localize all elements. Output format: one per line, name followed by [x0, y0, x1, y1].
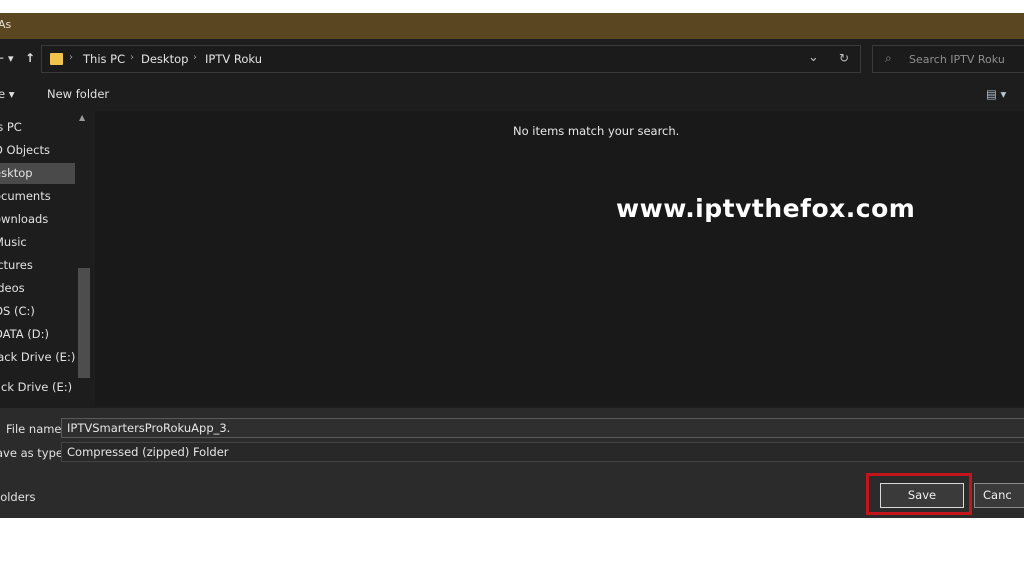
address-dropdown-icon[interactable]: ⌄	[808, 50, 819, 65]
watermark-text: www.iptvthefox.com	[616, 194, 916, 223]
empty-results-message: No items match your search.	[513, 124, 680, 138]
address-row: ← ▾ ↑ › This PC › Desktop › IPTV Roku ⌄ …	[0, 45, 1024, 75]
nav-item-3d-objects[interactable]: D Objects	[0, 140, 75, 161]
breadcrumb-separator-icon: ›	[193, 52, 197, 63]
nav-item-this-pc[interactable]: is PC	[0, 117, 75, 138]
view-options-button[interactable]: ▤ ▾	[986, 87, 1006, 101]
back-arrow-icon[interactable]: ←	[0, 51, 4, 65]
nav-item-label: is PC	[0, 120, 22, 134]
folder-icon	[50, 53, 63, 65]
nav-item-music[interactable]: Music	[0, 232, 75, 253]
file-name-field[interactable]: IPTVSmartersProRokuApp_3.	[61, 418, 1024, 438]
save-as-type-label: ave as type:	[0, 446, 67, 460]
organize-menu-button[interactable]: e ▾	[0, 87, 15, 101]
breadcrumb-iptv-roku[interactable]: IPTV Roku	[205, 52, 262, 66]
nav-item-label: DATA (D:)	[0, 327, 49, 341]
new-folder-button[interactable]: New folder	[47, 87, 109, 101]
save-as-type-select[interactable]: Compressed (zipped) Folder	[61, 442, 1024, 462]
save-as-type-value: Compressed (zipped) Folder	[67, 445, 229, 459]
save-button-highlight	[866, 473, 972, 515]
nav-item-black-drive-e-2[interactable]: ack Drive (E:)	[0, 377, 75, 398]
nav-item-label: ideos	[0, 281, 25, 295]
nav-item-label: esktop	[0, 166, 33, 180]
up-arrow-icon[interactable]: ↑	[25, 51, 35, 65]
command-toolbar: e ▾ New folder ▤ ▾	[0, 83, 1024, 107]
address-bar[interactable]: › This PC › Desktop › IPTV Roku ⌄ ↻	[41, 45, 861, 73]
nav-item-label: OS (C:)	[0, 304, 35, 318]
nav-item-documents[interactable]: ocuments	[0, 186, 75, 207]
breadcrumb-separator-icon: ›	[69, 52, 73, 63]
nav-item-label: Music	[0, 235, 27, 249]
save-as-dialog: As ← ▾ ↑ › This PC › Desktop › IPTV Roku…	[0, 13, 1024, 518]
scrollbar-thumb[interactable]	[78, 268, 90, 378]
hide-folders-toggle[interactable]: Folders	[0, 490, 36, 504]
scroll-up-icon[interactable]: ▲	[79, 113, 85, 122]
cancel-button[interactable]: Canc	[974, 483, 1024, 508]
nav-item-downloads[interactable]: ownloads	[0, 209, 75, 230]
nav-item-label: lack Drive (E:)	[0, 350, 75, 364]
nav-item-os-c[interactable]: OS (C:)	[0, 301, 75, 322]
window-title: As	[0, 18, 12, 31]
breadcrumb-this-pc[interactable]: This PC	[83, 52, 125, 66]
file-name-label: File name:	[6, 422, 66, 436]
nav-item-black-drive-e[interactable]: lack Drive (E:)	[0, 347, 75, 368]
search-icon: ⌕	[885, 51, 892, 65]
file-name-value: IPTVSmartersProRokuApp_3.	[67, 421, 231, 435]
nav-item-label: ownloads	[0, 212, 49, 226]
nav-item-desktop[interactable]: esktop	[0, 163, 75, 184]
nav-item-data-d[interactable]: DATA (D:)	[0, 324, 75, 345]
file-list-area[interactable]: No items match your search.	[95, 111, 1024, 406]
nav-item-label: ocuments	[0, 189, 51, 203]
nav-item-pictures[interactable]: ictures	[0, 255, 75, 276]
breadcrumb-desktop[interactable]: Desktop	[141, 52, 188, 66]
nav-item-label: ictures	[0, 258, 33, 272]
nav-item-videos[interactable]: ideos	[0, 278, 75, 299]
search-box[interactable]: ⌕	[872, 45, 1024, 73]
search-input[interactable]	[909, 51, 1024, 67]
recent-locations-chevron-icon[interactable]: ▾	[8, 52, 14, 65]
breadcrumb-separator-icon: ›	[130, 52, 134, 63]
nav-item-label: ack Drive (E:)	[0, 380, 73, 394]
title-bar: As	[0, 13, 1024, 39]
nav-item-label: D Objects	[0, 143, 50, 157]
refresh-icon[interactable]: ↻	[839, 51, 849, 65]
